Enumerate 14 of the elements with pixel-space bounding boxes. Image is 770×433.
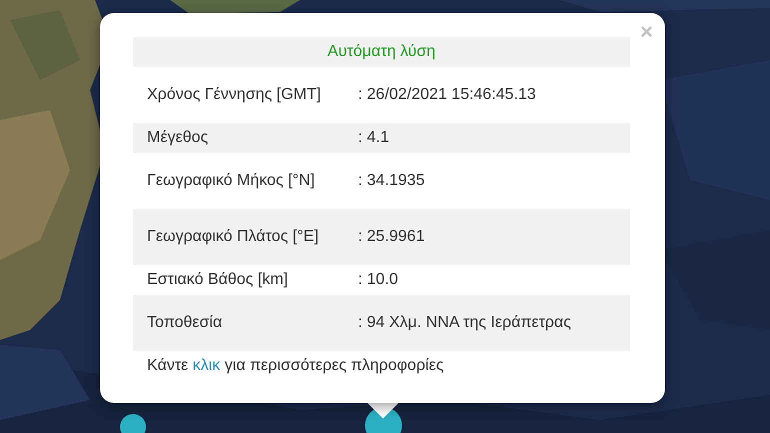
more-info-text: Κάντε κλικ για περισσότερες πληροφορίες	[147, 356, 445, 376]
field-label: Εστιακό Βάθος [km]	[133, 265, 358, 295]
field-label: Γεωγραφικό Μήκος [°N]	[133, 153, 358, 209]
field-value: : 4.1	[358, 123, 630, 153]
field-label: Γεωγραφικό Πλάτος [°E]	[133, 209, 358, 265]
field-label: Τοποθεσία	[133, 295, 358, 351]
field-value: : 94 Χλμ. ΝΝΑ της Ιεράπετρας	[358, 295, 630, 351]
field-value: : 25.9961	[358, 209, 630, 265]
field-value: : 34.1935	[358, 153, 630, 209]
more-info-link[interactable]: κλικ	[192, 357, 220, 374]
field-label: Χρόνος Γέννησης [GMT]	[133, 67, 358, 123]
field-label: Μέγεθος	[133, 123, 358, 153]
field-value: : 10.0	[358, 265, 630, 295]
field-value: : 26/02/2021 15:46:45.13	[358, 67, 630, 123]
